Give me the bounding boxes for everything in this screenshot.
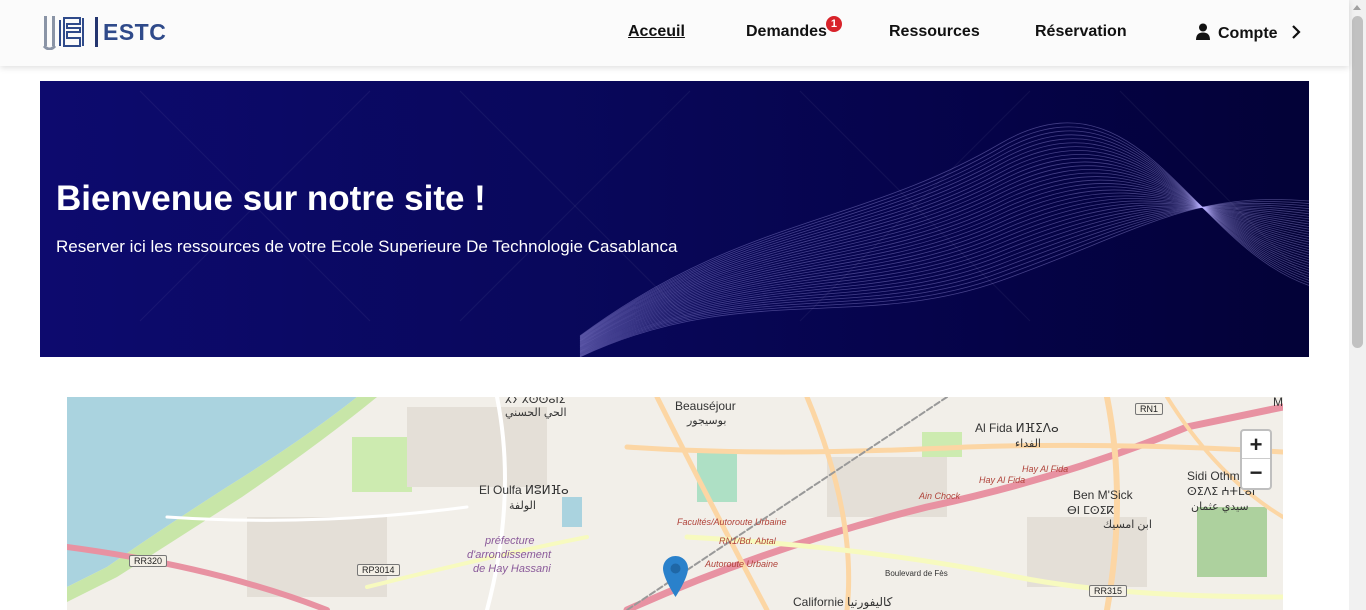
map-label: préfecture [485,535,535,547]
page-scrollbar[interactable] [1349,0,1366,610]
map-label: Ain Chock [919,491,961,501]
logo[interactable]: ESTC [42,14,167,51]
map-label: Sidi Othm [1187,469,1240,483]
map-label: M [1273,397,1283,409]
map-label: RN1/Bd. Abtal [719,536,776,546]
map-label: Al Fida ⵍⴼⵉⴷⴰ [975,421,1059,435]
map-label: d'arrondissement [467,549,552,561]
zoom-control: + − [1240,429,1272,490]
road-shield: RN1 [1135,403,1164,415]
road-shield: RR320 [129,555,168,567]
logo-mark-icon [42,14,92,51]
logo-separator [95,17,98,47]
map-label: Boulevard de Fès [885,569,948,578]
map-label: Hay Al Fida [979,475,1026,485]
chevron-right-icon [1291,24,1301,44]
map-label: ⵃⵢ ⵃⵙⵙⴰⵏⵉ [505,397,566,406]
map-label: ⴱⵏ ⵎⵙⵉⴽ [1067,505,1115,517]
map-label: Facultés/Autoroute Urbaine [677,517,787,527]
map-label: El Oulfa ⵍⵓⵍⴼⴰ [479,483,569,497]
map-label: de Hay Hassani [473,563,551,575]
map-label: Beauséjour [675,399,736,413]
map-label: Ben M'Sick [1073,488,1133,502]
page: ESTC Acceuil Demandes 1 Ressources Réser… [0,0,1366,610]
nav-link-demandes[interactable]: Demandes 1 [746,16,842,41]
navbar: ESTC Acceuil Demandes 1 Ressources Réser… [0,0,1349,66]
map[interactable]: Beauséjour بوسيجور ⵃⵢ ⵃⵙⵙⴰⵏⵉ الحي الحسني… [67,397,1283,610]
map-label: الفداء [1015,438,1041,450]
road-shield: RR315 [1089,585,1128,597]
hero-title: Bienvenue sur notre site ! [56,179,486,218]
map-label: Californie كاليفورنيا [793,595,893,609]
scrollbar-thumb[interactable] [1352,16,1363,348]
logo-text: ESTC [103,18,167,45]
zoom-out-button[interactable]: − [1242,459,1270,487]
map-label: الولفة [509,500,536,512]
map-label: سيدي عثمان [1191,501,1249,513]
map-label: الحي الحسني [505,407,567,419]
map-label: بوسيجور [687,415,727,427]
user-icon [1195,23,1211,45]
hero-banner: Bienvenue sur notre site ! Reserver ici … [40,81,1309,357]
map-label: Hay Al Fida [1022,464,1069,474]
zoom-in-button[interactable]: + [1242,431,1270,459]
map-marker-icon[interactable] [663,556,688,602]
map-label: Autoroute Urbaine [705,559,779,569]
nav-link-demandes-label: Demandes [746,23,827,40]
nav-link-acceuil[interactable]: Acceuil [628,23,685,41]
account-label: Compte [1218,25,1278,42]
nav-link-reservation[interactable]: Réservation [1035,23,1127,41]
wave-decoration [139,90,1309,357]
hero-subtitle: Reserver ici les ressources de votre Eco… [56,237,678,256]
road-shield: RP3014 [357,564,400,576]
nav-link-ressources[interactable]: Ressources [889,23,980,41]
account-menu[interactable]: Compte [1195,23,1301,45]
notification-badge: 1 [825,16,842,32]
scroll-up-arrow-icon[interactable] [1353,5,1361,10]
map-label: ابن امسيك [1103,519,1152,531]
